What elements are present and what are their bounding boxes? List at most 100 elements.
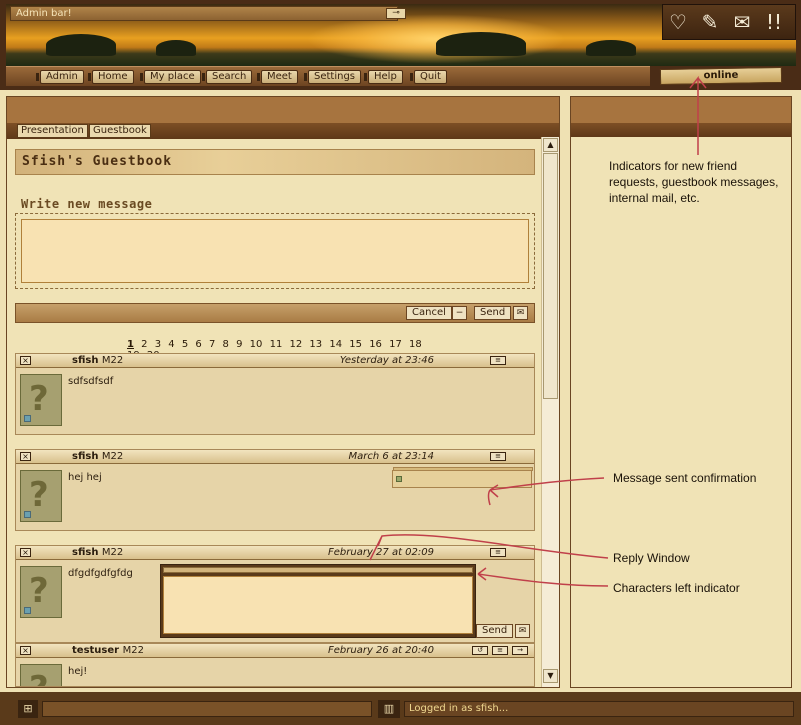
author-name[interactable]: sfish bbox=[72, 451, 98, 462]
new-message-input[interactable] bbox=[21, 219, 529, 283]
panel-subheader bbox=[571, 123, 791, 137]
avatar[interactable]: ? bbox=[20, 470, 62, 522]
heart-icon[interactable]: ♡ bbox=[665, 10, 691, 34]
entry-header: × testuser M22 February 26 at 20:40 ↺ ≡ … bbox=[16, 644, 534, 658]
delete-icon[interactable]: × bbox=[20, 452, 31, 461]
page-link[interactable]: 2 bbox=[141, 339, 147, 350]
indicator-panel: ♡ ✎ ✉ !! bbox=[662, 4, 796, 40]
entry-author: testuser M22 bbox=[72, 645, 144, 656]
avatar-placeholder-icon: ? bbox=[29, 571, 49, 611]
nav-settings[interactable]: Settings bbox=[303, 70, 362, 84]
page-link[interactable]: 4 bbox=[168, 339, 174, 350]
nav-meet[interactable]: Meet bbox=[257, 70, 298, 84]
page-link[interactable]: 17 bbox=[389, 339, 402, 350]
scroll-thumb[interactable] bbox=[543, 153, 558, 399]
avatar[interactable]: ? bbox=[20, 374, 62, 426]
send-button[interactable]: Send bbox=[474, 306, 512, 320]
author-age: M22 bbox=[101, 355, 124, 366]
entry-date: February 26 at 20:40 bbox=[328, 645, 434, 656]
nav-home[interactable]: Home bbox=[88, 70, 134, 84]
tab-guestbook[interactable]: Guestbook bbox=[89, 124, 151, 138]
page-link[interactable]: 15 bbox=[349, 339, 362, 350]
page-link[interactable]: 10 bbox=[250, 339, 263, 350]
page-link[interactable]: 14 bbox=[329, 339, 342, 350]
alert-icon[interactable]: !! bbox=[761, 10, 787, 34]
avatar-placeholder-icon: ? bbox=[29, 669, 49, 686]
guestbook-entry: × sfish M22 March 6 at 23:14 ≡ ? hej hej bbox=[15, 449, 535, 531]
avatar[interactable]: ? bbox=[20, 566, 62, 618]
entry-author: sfish M22 bbox=[72, 355, 123, 366]
page-link[interactable]: 18 bbox=[409, 339, 422, 350]
refresh-icon[interactable]: ↺ bbox=[472, 646, 488, 655]
author-age: M22 bbox=[101, 547, 124, 558]
nav-my-place[interactable]: My place bbox=[140, 70, 201, 84]
pagination: 1 2 3 4 5 6 7 8 9 10 11 12 13 14 15 16 1… bbox=[127, 339, 427, 361]
minus-icon[interactable]: − bbox=[452, 306, 467, 320]
nav-help[interactable]: Help bbox=[364, 70, 403, 84]
page-link[interactable]: 8 bbox=[223, 339, 229, 350]
reply-input[interactable] bbox=[163, 576, 473, 634]
entry-text: hej! bbox=[68, 666, 88, 677]
page-link[interactable]: 5 bbox=[182, 339, 188, 350]
author-name[interactable]: sfish bbox=[72, 547, 98, 558]
avatar[interactable]: ? bbox=[20, 664, 62, 686]
delete-icon[interactable]: × bbox=[20, 356, 31, 365]
author-name[interactable]: sfish bbox=[72, 355, 98, 366]
chat-input[interactable] bbox=[42, 701, 372, 717]
send-mail-icon[interactable]: ✉ bbox=[515, 624, 530, 638]
tab-presentation[interactable]: Presentation bbox=[17, 124, 88, 138]
entry-date: March 6 at 23:14 bbox=[348, 451, 434, 462]
scrollbar[interactable]: ▲ ▼ bbox=[541, 137, 559, 687]
nav-quit[interactable]: Quit bbox=[410, 70, 447, 84]
guestbook-panel: Presentation Guestbook Sfish's Guestbook… bbox=[6, 96, 560, 688]
entry-header: × sfish M22 Yesterday at 23:46 ≡ bbox=[16, 354, 534, 368]
page-link[interactable]: 9 bbox=[236, 339, 242, 350]
annotation-indicators: Indicators for new friend requests, gues… bbox=[609, 159, 779, 205]
annotation-chars: Characters left indicator bbox=[613, 581, 740, 595]
stats-icon[interactable]: ▥ bbox=[378, 700, 400, 718]
forward-icon[interactable]: → bbox=[512, 646, 528, 655]
page-link[interactable]: 13 bbox=[309, 339, 322, 350]
cancel-button[interactable]: Cancel bbox=[406, 306, 452, 320]
scroll-up-icon[interactable]: ▲ bbox=[543, 138, 558, 152]
key-icon[interactable]: ⊸ bbox=[386, 8, 406, 19]
panel-header bbox=[571, 97, 791, 123]
entry-text: sdfsdfsdf bbox=[68, 376, 114, 387]
entry-date: February 27 at 02:09 bbox=[328, 547, 434, 558]
delete-icon[interactable]: × bbox=[20, 548, 31, 557]
reply-send-button[interactable]: Send bbox=[476, 624, 514, 638]
delete-icon[interactable]: × bbox=[20, 646, 31, 655]
annotation-reply: Reply Window bbox=[613, 551, 690, 565]
tab-bar: Presentation Guestbook bbox=[7, 123, 559, 139]
author-name[interactable]: testuser bbox=[72, 645, 119, 656]
send-mail-icon[interactable]: ✉ bbox=[513, 306, 528, 320]
page-link[interactable]: 12 bbox=[290, 339, 303, 350]
nav-admin[interactable]: Admin bbox=[36, 70, 84, 84]
online-status: online bbox=[659, 66, 783, 86]
guestbook-entry: × testuser M22 February 26 at 20:40 ↺ ≡ … bbox=[15, 643, 535, 687]
characters-left-indicator bbox=[163, 567, 473, 573]
page-link[interactable]: 3 bbox=[155, 339, 161, 350]
tree-silhouette bbox=[586, 40, 636, 56]
reply-icon[interactable]: ≡ bbox=[492, 646, 508, 655]
reply-window bbox=[160, 564, 476, 638]
chat-icon[interactable]: ⊞ bbox=[18, 700, 38, 718]
status-dot bbox=[24, 607, 31, 614]
page-link[interactable]: 16 bbox=[369, 339, 382, 350]
status-dot bbox=[24, 511, 31, 518]
mail-icon[interactable]: ✉ bbox=[729, 10, 755, 34]
reply-icon[interactable]: ≡ bbox=[490, 356, 506, 365]
page-link[interactable]: 11 bbox=[270, 339, 283, 350]
page-link[interactable]: 1 bbox=[127, 339, 134, 350]
reply-icon[interactable]: ≡ bbox=[490, 452, 506, 461]
nav-search[interactable]: Search bbox=[201, 70, 253, 84]
guestbook-icon[interactable]: ✎ bbox=[697, 10, 723, 34]
tree-silhouette bbox=[436, 32, 526, 56]
message-action-bar: Cancel − Send ✉ bbox=[15, 303, 535, 323]
scroll-down-icon[interactable]: ▼ bbox=[543, 669, 558, 683]
page-link[interactable]: 7 bbox=[209, 339, 215, 350]
admin-bar[interactable]: Admin bar! ⊸ bbox=[10, 6, 406, 21]
page-link[interactable]: 6 bbox=[195, 339, 201, 350]
top-banner: Admin bar! ⊸ ♡ ✎ ✉ !! Admin Home My plac… bbox=[0, 0, 801, 90]
reply-icon[interactable]: ≡ bbox=[490, 548, 506, 557]
